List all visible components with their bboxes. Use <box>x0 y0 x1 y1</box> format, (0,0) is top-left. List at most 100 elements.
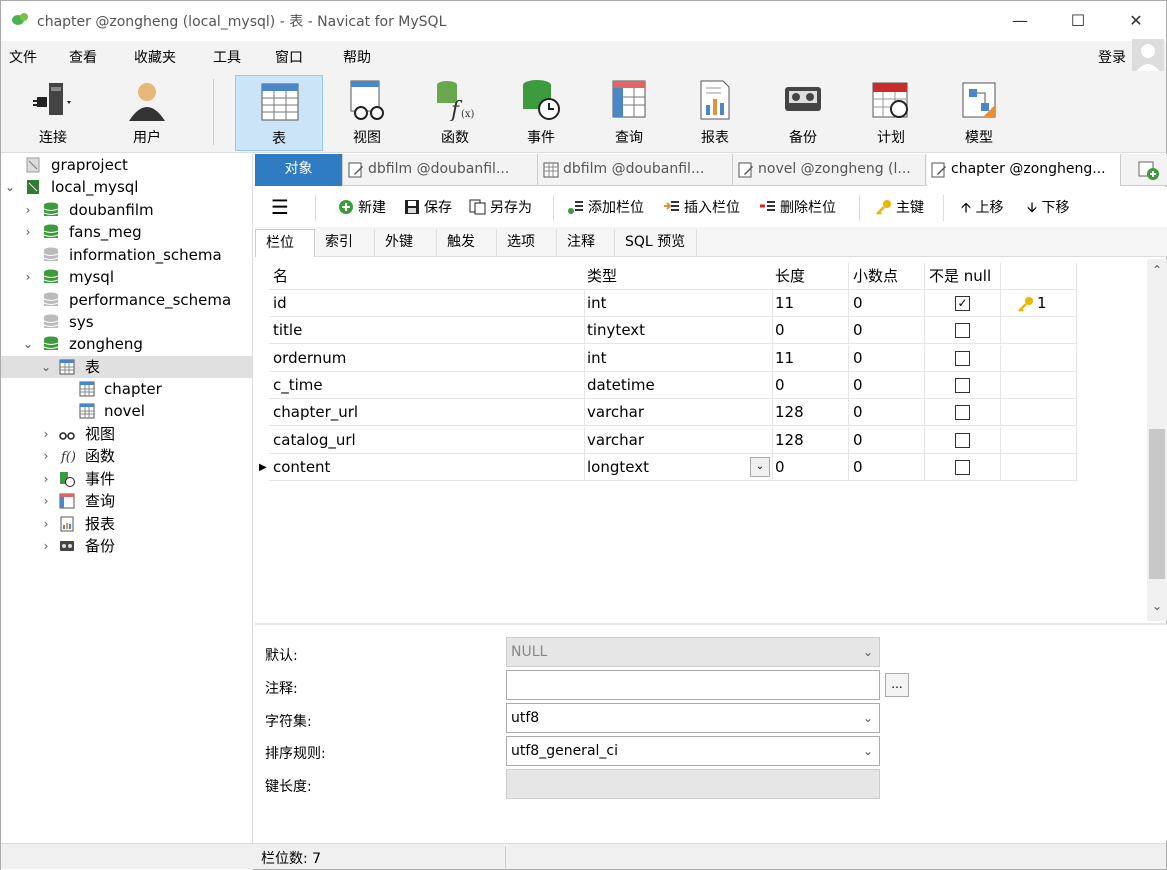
field-length-cell[interactable]: 0 <box>771 454 849 481</box>
save-as-button[interactable]: 另存为 <box>469 197 532 217</box>
field-decimals-cell[interactable]: 0 <box>849 372 925 399</box>
tree-item-queries[interactable]: › 查询 <box>1 490 252 512</box>
field-not-null-cell[interactable] <box>925 399 1001 426</box>
column-header-type[interactable]: 类型 <box>583 263 773 290</box>
not-null-checkbox[interactable]: ✓ <box>955 296 970 311</box>
tab-dbfilm-2[interactable]: dbfilm @doubanfil... <box>539 154 733 186</box>
tree-item-performance-schema[interactable]: performance_schema <box>1 289 252 311</box>
tree-item-novel[interactable]: novel <box>1 400 252 422</box>
field-not-null-cell[interactable] <box>925 372 1001 399</box>
collation-select[interactable]: utf8_general_ci ⌄ <box>506 736 880 766</box>
field-type-cell[interactable]: int <box>583 345 773 372</box>
close-button[interactable]: ✕ <box>1113 7 1159 35</box>
menu-view[interactable]: 查看 <box>69 47 97 67</box>
menu-favorites[interactable]: 收藏夹 <box>134 47 176 67</box>
chevron-right-icon[interactable]: › <box>39 490 53 512</box>
maximize-button[interactable]: ☐ <box>1055 7 1101 35</box>
field-name-cell[interactable]: catalog_url <box>269 427 585 454</box>
tab-triggers[interactable]: 触发器 <box>437 229 497 276</box>
column-header-name[interactable]: 名 <box>269 263 585 290</box>
field-type-cell[interactable]: varchar <box>583 427 773 454</box>
tree-item-chapter[interactable]: chapter <box>1 378 252 400</box>
comment-editor-button[interactable]: ... <box>885 673 909 697</box>
not-null-checkbox[interactable] <box>955 405 970 420</box>
tree-item-zongheng[interactable]: ⌄ zongheng <box>1 333 252 355</box>
chevron-right-icon[interactable]: › <box>21 266 35 288</box>
not-null-checkbox[interactable] <box>955 460 970 475</box>
tab-novel[interactable]: novel @zongheng (l... <box>734 154 926 186</box>
tree-item-functions[interactable]: › f() 函数 <box>1 445 252 467</box>
menu-help[interactable]: 帮助 <box>343 47 371 67</box>
field-not-null-cell[interactable] <box>925 317 1001 344</box>
toolbar-view-button[interactable]: 视图 <box>323 75 411 151</box>
toolbar-query-button[interactable]: 查询 <box>585 75 673 151</box>
field-length-cell[interactable]: 128 <box>771 399 849 426</box>
primary-key-button[interactable]: 主键 <box>875 197 924 217</box>
new-button[interactable]: 新建 <box>337 197 386 217</box>
toolbar-connection-button[interactable]: 连接 <box>9 75 97 151</box>
chevron-right-icon[interactable]: › <box>39 445 53 467</box>
delete-field-button[interactable]: 删除栏位 <box>759 197 836 217</box>
chevron-down-icon[interactable]: ⌄ <box>39 356 53 378</box>
tree-item-information-schema[interactable]: information_schema <box>1 244 252 266</box>
login-link[interactable]: 登录 <box>1098 47 1126 67</box>
toolbar-user-button[interactable]: 用户 <box>103 75 191 151</box>
hamburger-icon[interactable]: ☰ <box>271 195 289 219</box>
field-length-cell[interactable]: 11 <box>771 345 849 372</box>
not-null-checkbox[interactable] <box>955 433 970 448</box>
not-null-checkbox[interactable] <box>955 378 970 393</box>
field-decimals-cell[interactable]: 0 <box>849 427 925 454</box>
menu-window[interactable]: 窗口 <box>275 47 303 67</box>
tree-item-local-mysql[interactable]: ⌄ local_mysql <box>1 176 252 198</box>
charset-select[interactable]: utf8 ⌄ <box>506 703 880 733</box>
chevron-down-icon[interactable]: ⌄ <box>863 704 873 732</box>
tab-options[interactable]: 选项 <box>497 229 557 257</box>
field-not-null-cell[interactable]: ✓ <box>925 290 1001 317</box>
field-not-null-cell[interactable] <box>925 345 1001 372</box>
tree-item-reports[interactable]: › 报表 <box>1 513 252 535</box>
toolbar-function-button[interactable]: f (x) 函数 <box>411 75 499 151</box>
chevron-down-icon[interactable]: ⌄ <box>863 737 873 765</box>
tree-item-fans-meg[interactable]: › fans_meg <box>1 221 252 243</box>
chevron-right-icon[interactable]: › <box>39 513 53 535</box>
add-field-button[interactable]: 添加栏位 <box>567 197 644 217</box>
field-length-cell[interactable]: 128 <box>771 427 849 454</box>
grid-scrollbar[interactable]: ⌃ ⌄ <box>1147 259 1167 621</box>
chevron-right-icon[interactable]: › <box>39 535 53 557</box>
field-type-cell[interactable]: datetime <box>583 372 773 399</box>
toolbar-event-button[interactable]: 事件 <box>497 75 585 151</box>
tab-sql-preview[interactable]: SQL 预览 <box>615 229 697 257</box>
field-decimals-cell[interactable]: 0 <box>849 345 925 372</box>
scroll-up-icon[interactable]: ⌃ <box>1147 263 1167 283</box>
field-name-cell[interactable]: chapter_url <box>269 399 585 426</box>
column-header-decimals[interactable]: 小数点 <box>849 263 925 290</box>
scroll-down-icon[interactable]: ⌄ <box>1147 599 1167 619</box>
field-name-cell[interactable]: id <box>269 290 585 317</box>
field-decimals-cell[interactable]: 0 <box>849 290 925 317</box>
chevron-right-icon[interactable]: › <box>39 423 53 445</box>
column-header-not-null[interactable]: 不是 null <box>925 263 1001 290</box>
chevron-down-icon[interactable]: ⌄ <box>21 333 35 355</box>
tree-item-doubanfilm[interactable]: › doubanfilm <box>1 199 252 221</box>
toolbar-schedule-button[interactable]: 计划 <box>847 75 935 151</box>
tree-item-views[interactable]: › 视图 <box>1 423 252 445</box>
field-name-cell[interactable]: title <box>269 317 585 344</box>
field-not-null-cell[interactable] <box>925 427 1001 454</box>
new-tab-icon[interactable] <box>1133 158 1163 182</box>
field-length-cell[interactable]: 11 <box>771 290 849 317</box>
tab-dbfilm-1[interactable]: dbfilm @doubanfil... <box>344 154 538 186</box>
menu-tools[interactable]: 工具 <box>213 47 241 67</box>
tree-item-mysql[interactable]: › mysql <box>1 266 252 288</box>
field-type-cell[interactable]: tinytext <box>583 317 773 344</box>
toolbar-report-button[interactable]: 报表 <box>671 75 759 151</box>
scroll-thumb[interactable] <box>1149 429 1165 579</box>
insert-field-button[interactable]: 插入栏位 <box>663 197 740 217</box>
tab-comments[interactable]: 注释 <box>557 229 615 257</box>
field-type-cell[interactable]: longtext ⌄ <box>583 454 773 481</box>
tree-item-graproject[interactable]: graproject <box>1 154 252 176</box>
field-decimals-cell[interactable]: 0 <box>849 399 925 426</box>
chevron-down-icon[interactable]: ⌄ <box>750 457 770 477</box>
avatar[interactable] <box>1132 39 1164 73</box>
toolbar-backup-button[interactable]: 备份 <box>759 75 847 151</box>
toolbar-table-button[interactable]: 表 <box>235 75 323 151</box>
